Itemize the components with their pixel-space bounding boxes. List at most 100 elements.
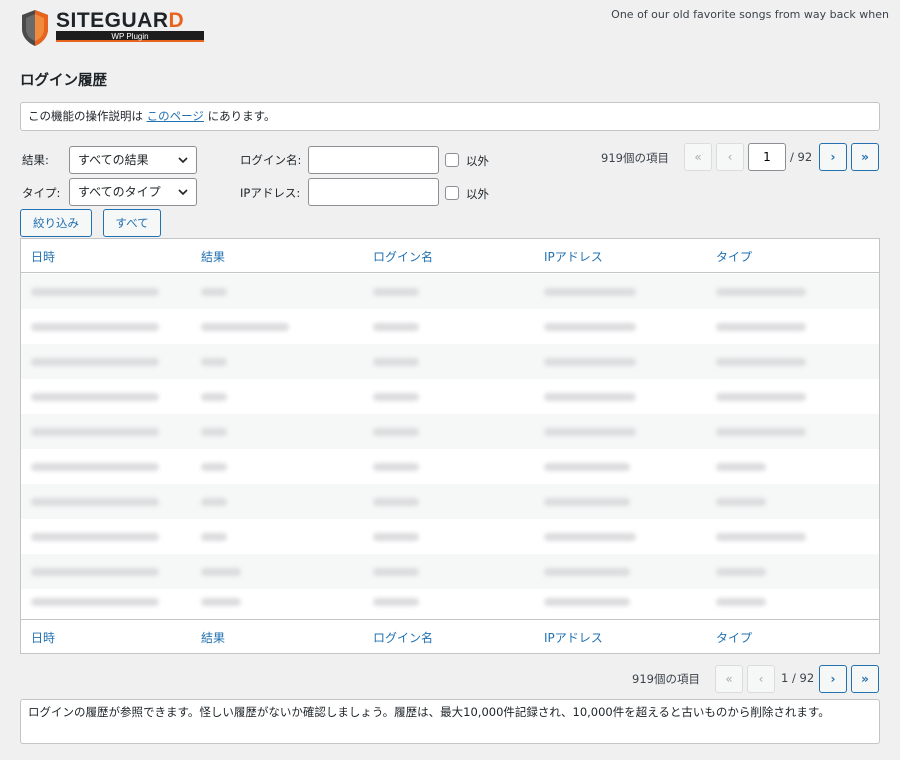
blurred-cell (544, 598, 630, 606)
column-login-name[interactable]: ログイン名 (373, 629, 433, 646)
column-result[interactable]: 結果 (201, 248, 225, 265)
blurred-cell (716, 498, 766, 506)
blurred-cell (201, 498, 227, 506)
blurred-cell (201, 288, 227, 296)
page-title: ログイン履歴 (20, 73, 107, 89)
blurred-cell (201, 393, 227, 401)
blurred-cell (373, 533, 419, 541)
column-datetime[interactable]: 日時 (31, 629, 55, 646)
blurred-cell (716, 533, 806, 541)
blurred-cell (716, 598, 766, 606)
brand-name: SITEGUARD (56, 9, 185, 32)
blurred-cell (373, 358, 419, 366)
type-select[interactable]: すべてのタイプ (69, 178, 197, 206)
notice-prefix: この機能の操作説明は (28, 109, 147, 123)
page-indicator-bottom: 1 / 92 (781, 671, 815, 685)
column-result[interactable]: 結果 (201, 629, 225, 646)
login-name-input[interactable] (308, 146, 439, 174)
ip-address-input[interactable] (308, 178, 439, 206)
current-page-input[interactable] (748, 143, 786, 171)
column-type[interactable]: タイプ (716, 629, 752, 646)
blurred-cell (544, 393, 636, 401)
last-page-button-bottom[interactable]: » (851, 665, 879, 693)
item-count-bottom: 919個の項目 (632, 672, 700, 686)
item-count-top: 919個の項目 (601, 151, 669, 165)
table-row (21, 309, 879, 344)
type-label: タイプ: (22, 186, 61, 200)
table-row (21, 584, 879, 619)
total-pages-top: / 92 (790, 150, 813, 164)
next-page-button-bottom[interactable]: › (819, 665, 847, 693)
table-footer: 日時 結果 ログイン名 IPアドレス タイプ (21, 619, 879, 653)
filter-button[interactable]: 絞り込み (20, 209, 92, 237)
blurred-cell (716, 463, 766, 471)
blurred-cell (373, 393, 419, 401)
blurred-cell (716, 288, 806, 296)
blurred-cell (31, 428, 159, 436)
blurred-cell (716, 393, 806, 401)
type-select-value: すべてのタイプ (78, 185, 161, 199)
blurred-cell (31, 463, 159, 471)
column-login-name[interactable]: ログイン名 (373, 248, 433, 265)
result-select[interactable]: すべての結果 (69, 146, 197, 174)
chevron-down-icon (178, 157, 188, 164)
column-ip-address[interactable]: IPアドレス (544, 248, 603, 265)
result-select-value: すべての結果 (78, 153, 149, 167)
column-datetime[interactable]: 日時 (31, 248, 55, 265)
next-page-button[interactable]: › (819, 143, 847, 171)
tagline: One of our old favorite songs from way b… (611, 8, 889, 21)
notice-suffix: にあります。 (203, 109, 276, 123)
login-except-checkbox[interactable] (445, 153, 459, 167)
blurred-cell (31, 393, 159, 401)
blurred-cell (544, 533, 636, 541)
ip-address-label: IPアドレス: (240, 186, 301, 200)
brand-sub: WP Plugin (56, 31, 204, 42)
login-name-label: ログイン名: (240, 153, 302, 167)
table-row (21, 344, 879, 379)
first-page-button[interactable]: « (684, 143, 712, 171)
show-all-button[interactable]: すべて (103, 209, 161, 237)
last-page-button[interactable]: » (851, 143, 879, 171)
blurred-cell (373, 288, 419, 296)
blurred-cell (373, 463, 419, 471)
login-except-label: 以外 (466, 154, 489, 168)
blurred-cell (544, 463, 630, 471)
blurred-cell (544, 358, 636, 366)
blurred-cell (544, 498, 630, 506)
prev-page-button[interactable]: ‹ (716, 143, 744, 171)
blurred-cell (31, 598, 159, 606)
login-history-table: 日時 結果 ログイン名 IPアドレス タイプ 日時 結果 ログイン名 IPアドレ… (20, 238, 880, 654)
blurred-cell (544, 288, 636, 296)
blurred-cell (373, 568, 419, 576)
table-row (21, 449, 879, 484)
table-header: 日時 結果 ログイン名 IPアドレス タイプ (21, 239, 879, 273)
table-row (21, 379, 879, 414)
blurred-cell (31, 288, 159, 296)
blurred-cell (201, 358, 227, 366)
siteguard-logo: SITEGUARD WP Plugin (20, 9, 206, 47)
blurred-cell (544, 428, 636, 436)
column-ip-address[interactable]: IPアドレス (544, 629, 603, 646)
table-row (21, 484, 879, 519)
help-page-link[interactable]: このページ (147, 109, 204, 123)
blurred-cell (31, 498, 159, 506)
blurred-cell (201, 568, 241, 576)
blurred-cell (716, 358, 806, 366)
blurred-cell (31, 358, 159, 366)
blurred-cell (373, 323, 419, 331)
ip-except-label: 以外 (466, 187, 489, 201)
table-row (21, 414, 879, 449)
first-page-button-bottom[interactable]: « (715, 665, 743, 693)
blurred-cell (716, 323, 806, 331)
column-type[interactable]: タイプ (716, 248, 752, 265)
table-row (21, 519, 879, 554)
ip-except-checkbox[interactable] (445, 186, 459, 200)
blurred-cell (31, 533, 159, 541)
description-text: ログインの履歴が参照できます。怪しい履歴がないか確認しましょう。履歴は、最大10… (20, 699, 880, 744)
table-row (21, 274, 879, 309)
blurred-cell (201, 463, 227, 471)
chevron-down-icon (178, 189, 188, 196)
prev-page-button-bottom[interactable]: ‹ (747, 665, 775, 693)
blurred-cell (373, 428, 419, 436)
blurred-cell (544, 323, 636, 331)
